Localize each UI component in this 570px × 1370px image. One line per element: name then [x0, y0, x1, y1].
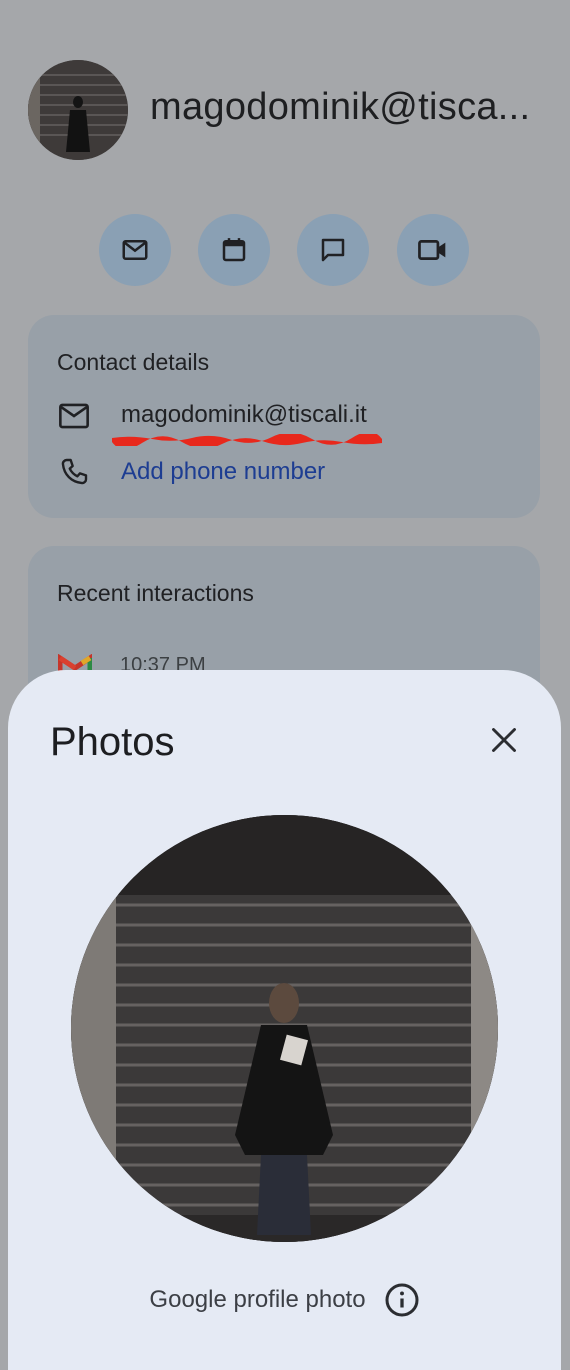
- mail-icon: [58, 403, 90, 434]
- mail-icon: [122, 240, 148, 260]
- photos-bottom-sheet: Photos Google profile photo: [8, 670, 561, 1370]
- calendar-icon: [222, 238, 246, 262]
- add-phone-number-link[interactable]: Add phone number: [121, 458, 325, 486]
- close-icon: [492, 728, 516, 752]
- video-icon: [418, 240, 446, 260]
- contact-name: magodominik@tisca...: [150, 86, 531, 128]
- video-action-button[interactable]: [397, 214, 469, 286]
- avatar: [28, 60, 128, 160]
- close-button[interactable]: [478, 714, 530, 766]
- profile-photo[interactable]: [71, 815, 498, 1242]
- photo-caption: Google profile photo: [149, 1286, 366, 1313]
- phone-icon: [58, 456, 90, 493]
- info-icon: [385, 1283, 419, 1317]
- chat-icon: [321, 238, 345, 262]
- contact-details-title: Contact details: [57, 349, 210, 375]
- recent-interactions-title: Recent interactions: [57, 580, 254, 606]
- email-action-button[interactable]: [99, 214, 171, 286]
- contact-details-card: Contact details magodominik@tiscali.it A…: [28, 315, 540, 518]
- chat-action-button[interactable]: [297, 214, 369, 286]
- calendar-action-button[interactable]: [198, 214, 270, 286]
- photos-sheet-title: Photos: [50, 720, 175, 764]
- photo-caption-row: Google profile photo: [8, 1282, 561, 1318]
- redaction-mark: [112, 434, 382, 446]
- info-button[interactable]: [384, 1282, 420, 1318]
- contact-email[interactable]: magodominik@tiscali.it: [121, 401, 367, 429]
